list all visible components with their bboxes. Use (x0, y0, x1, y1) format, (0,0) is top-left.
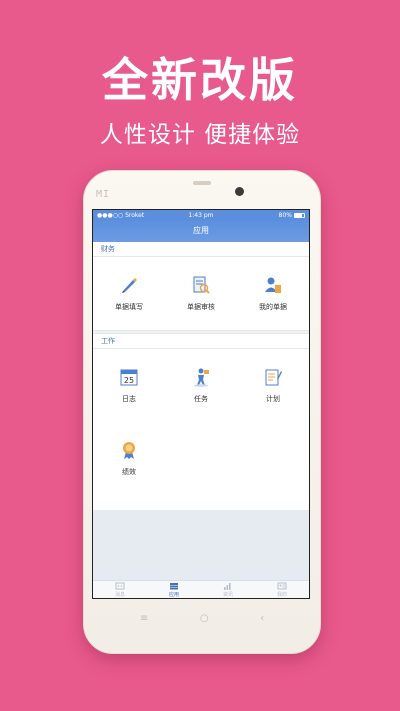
app-item-label: 单据填写 (115, 303, 143, 311)
task-figure-icon (194, 368, 209, 387)
user-documents-icon (265, 277, 281, 293)
message-icon (115, 582, 125, 589)
tab-messages[interactable]: 消息 (93, 581, 147, 598)
apps-stack-icon (170, 582, 178, 589)
pen-icon (122, 278, 137, 293)
menu-key-icon[interactable]: ≡ (140, 613, 148, 627)
tab-profile[interactable]: 我的 (255, 581, 309, 598)
app-item-label: 任务 (194, 395, 208, 403)
section-title-finance: 财务 (93, 242, 309, 257)
app-item-label: 我的单据 (259, 303, 287, 311)
finance-grid: 单据填写 单据审核 我的单据 (93, 257, 309, 330)
bottom-tab-bar: 消息 应用 资讯 我的 (93, 580, 309, 598)
tab-label: 我的 (276, 591, 287, 598)
tab-label: 资讯 (222, 591, 233, 598)
status-bar: ●●●○○ Sroket 1:43 pm 80% (93, 210, 309, 220)
app-item-label: 计划 (266, 395, 280, 403)
empty-area (93, 510, 309, 580)
phone-softkeys: ≡ ○ ‹ (84, 613, 320, 627)
phone-frame: MI ●●●○○ Sroket 1:43 pm 80% 应用 财务 单据填写 单… (83, 170, 321, 654)
phone-brand-logo: MI (96, 189, 111, 200)
calendar-day: 25 (124, 376, 134, 385)
calendar-icon: 25 (120, 369, 138, 386)
phone-screen: ●●●○○ Sroket 1:43 pm 80% 应用 财务 单据填写 单据审核… (92, 209, 310, 599)
section-title-work: 工作 (93, 334, 309, 349)
document-search-icon (193, 276, 210, 294)
app-item-label: 单据审核 (187, 303, 215, 311)
work-grid: 25 日志 任务 计划 绩效 (93, 349, 309, 495)
promo-subline: 人性设计 便捷体验 (99, 122, 301, 148)
back-key-icon[interactable]: ‹ (260, 613, 264, 627)
app-item-performance[interactable]: 绩效 (93, 422, 165, 495)
award-badge-icon (123, 442, 135, 459)
phone-speaker (193, 181, 211, 185)
app-item-form-review[interactable]: 单据审核 (165, 257, 237, 330)
app-item-tasks[interactable]: 任务 (165, 349, 237, 422)
home-key-icon[interactable]: ○ (200, 613, 209, 627)
tab-label: 消息 (114, 591, 125, 598)
phone-camera (235, 187, 244, 196)
app-item-label: 绩效 (122, 468, 136, 476)
status-time: 1:43 pm (188, 211, 214, 219)
chart-icon (224, 582, 231, 590)
tab-news[interactable]: 资讯 (201, 581, 255, 598)
promo-headline: 全新改版 (102, 53, 298, 107)
tab-apps[interactable]: 应用 (147, 581, 201, 598)
page-title: 应用 (93, 220, 309, 242)
profile-card-icon (277, 582, 287, 589)
app-item-plan[interactable]: 计划 (237, 349, 309, 422)
tab-label: 应用 (168, 591, 179, 598)
app-item-my-forms[interactable]: 我的单据 (237, 257, 309, 330)
app-item-log[interactable]: 25 日志 (93, 349, 165, 422)
plan-notepad-icon (265, 369, 282, 386)
app-item-form-fill[interactable]: 单据填写 (93, 257, 165, 330)
battery-icon (294, 212, 305, 218)
app-item-label: 日志 (122, 395, 136, 403)
